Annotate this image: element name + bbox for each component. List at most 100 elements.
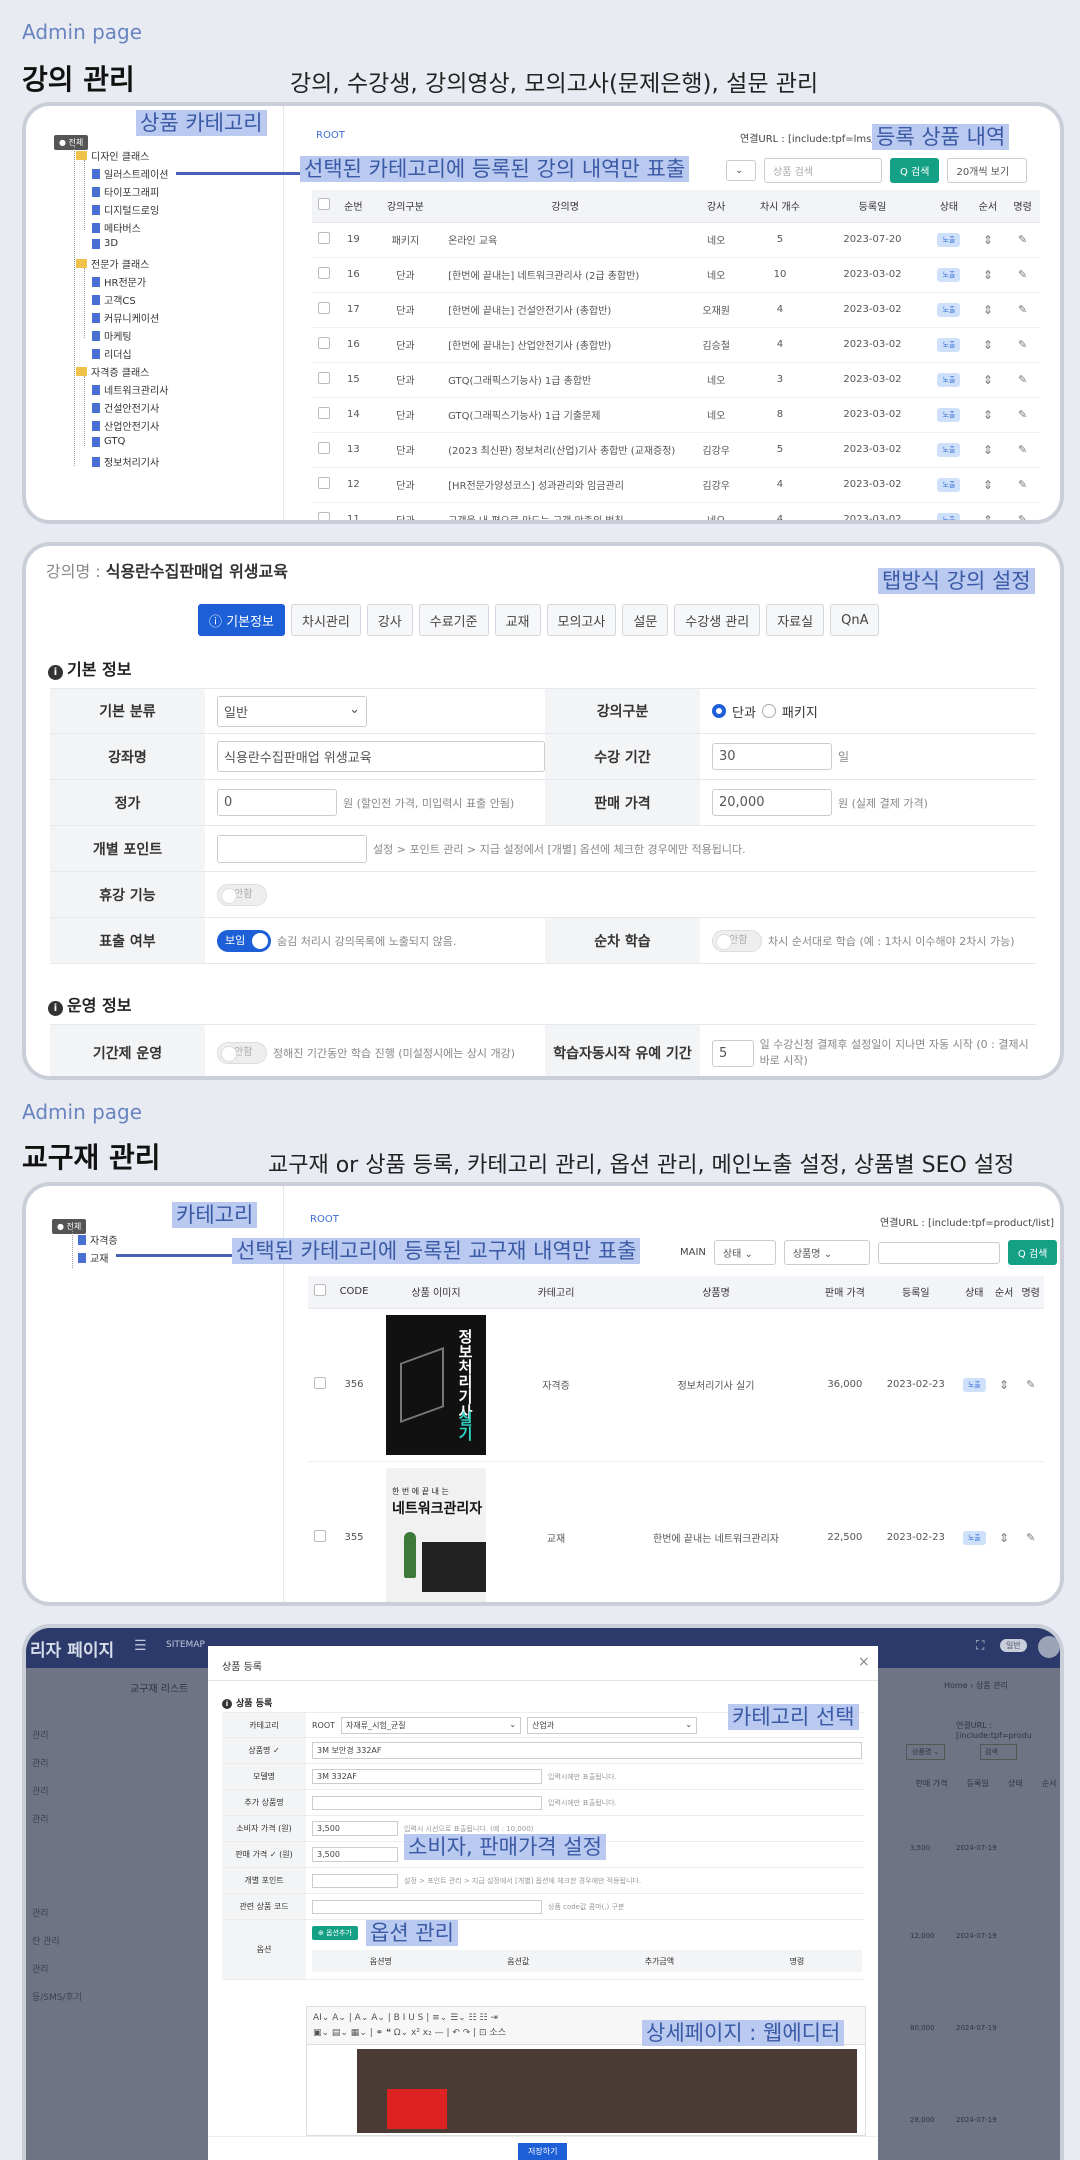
course-name-input[interactable]: 식용란수집판매업 위생교육: [217, 741, 545, 772]
edit-icon[interactable]: ✎: [1018, 408, 1027, 421]
edit-icon[interactable]: ✎: [1018, 303, 1027, 316]
reorder-icon[interactable]: ⇕: [983, 233, 993, 247]
sidebar-item[interactable]: 관리: [32, 1728, 49, 1741]
status-badge[interactable]: 노출: [962, 1530, 986, 1545]
user-badge[interactable]: 일반: [1000, 1639, 1027, 1652]
category-select-2[interactable]: 산업과 ⌄: [527, 1716, 698, 1734]
edit-icon[interactable]: ✎: [1018, 478, 1027, 491]
related-code-input[interactable]: [312, 1899, 542, 1914]
cell-course-name[interactable]: GTQ(그래픽스기능사) 1급 기출문제: [440, 397, 691, 433]
tree-item[interactable]: 건설안전기사: [92, 400, 159, 415]
tab-2[interactable]: 강사: [366, 604, 413, 636]
row-checkbox[interactable]: [314, 1530, 326, 1542]
consumer-price-input[interactable]: 3,500: [312, 1821, 398, 1836]
tree-item[interactable]: 타이포그래피: [92, 184, 159, 199]
sequence-toggle[interactable]: 안함: [712, 929, 762, 952]
tab-4[interactable]: 교재: [494, 604, 541, 636]
reorder-icon[interactable]: ⇕: [983, 303, 993, 317]
tree-item[interactable]: 커뮤니케이션: [92, 310, 159, 325]
auto-start-input[interactable]: 5: [712, 1039, 754, 1067]
tree-item[interactable]: 3D: [92, 238, 118, 249]
reorder-icon[interactable]: ⇕: [983, 478, 993, 492]
radio-single[interactable]: [712, 704, 726, 718]
tree-item[interactable]: 정보처리기사: [92, 454, 159, 469]
tab-8[interactable]: 자료실: [766, 604, 825, 636]
row-checkbox[interactable]: [318, 267, 330, 279]
sidebar-item[interactable]: 란 관리: [32, 1934, 60, 1947]
name-select[interactable]: 상품명 ⌄: [906, 1744, 946, 1760]
point-input[interactable]: [217, 834, 367, 863]
tree-item[interactable]: 교재: [78, 1250, 108, 1265]
status-select[interactable]: 상태 ⌄: [713, 1240, 776, 1265]
tab-7[interactable]: 수강생 관리: [674, 604, 761, 636]
tab-5[interactable]: 모의고사: [546, 604, 617, 636]
reorder-icon[interactable]: ⇕: [983, 373, 993, 387]
cell-course-name[interactable]: [한번에 끝내는] 산업안전기사 (총합반): [440, 327, 691, 363]
edit-icon[interactable]: ✎: [1018, 268, 1027, 281]
tree-group-design[interactable]: 디자인 클래스: [76, 148, 149, 163]
category-select[interactable]: 일반 ⌄: [217, 695, 367, 727]
per-page-select[interactable]: 20개씩 보기: [947, 158, 1028, 183]
root-breadcrumb[interactable]: ROOT: [310, 1214, 339, 1225]
close-icon[interactable]: ×: [858, 1654, 870, 1670]
category-select-1[interactable]: 자재류_시험_균질 ⌄: [341, 1716, 522, 1734]
reorder-icon[interactable]: ⇕: [983, 408, 993, 422]
product-name[interactable]: 정보처리기사 실기: [616, 1308, 816, 1462]
sale-price-input[interactable]: 3,500: [312, 1847, 398, 1862]
row-checkbox[interactable]: [318, 477, 330, 489]
tree-item[interactable]: 메타버스: [92, 220, 141, 235]
product-name-input[interactable]: 3M 보안경 332AF: [312, 1742, 862, 1759]
tree-item[interactable]: 네트워크관리사: [92, 382, 168, 397]
search-input[interactable]: [877, 1241, 1000, 1264]
reorder-icon[interactable]: ⇕: [999, 1378, 1009, 1392]
reorder-icon[interactable]: ⇕: [983, 338, 993, 352]
status-badge[interactable]: 노출: [937, 512, 961, 520]
tree-item[interactable]: 일러스트레이션: [92, 166, 168, 181]
status-badge[interactable]: 노출: [937, 442, 961, 457]
product-image[interactable]: 정보처리기사 실기: [386, 1314, 486, 1455]
reorder-icon[interactable]: ⇕: [983, 443, 993, 457]
status-badge[interactable]: 노출: [937, 477, 961, 492]
add-option-button[interactable]: ⊕ 옵션추가: [312, 1926, 358, 1940]
search-button[interactable]: Q 검색: [890, 158, 940, 183]
edit-icon[interactable]: ✎: [1018, 373, 1027, 386]
product-name[interactable]: 한번에 끝내는 네트워크관리자: [616, 1461, 816, 1602]
sidebar-item[interactable]: 관리: [32, 1784, 49, 1797]
cell-course-name[interactable]: GTQ(그래픽스기능사) 1급 총합반: [440, 362, 691, 398]
tree-group-license[interactable]: 자격증 클래스: [76, 364, 149, 379]
product-image[interactable]: 한 번 에 끝 내 는 네트워크관리자: [386, 1467, 486, 1602]
tab-1[interactable]: 차시관리: [290, 604, 361, 636]
name-select[interactable]: 상품명 ⌄: [783, 1240, 870, 1265]
sidebar-item[interactable]: 관리: [32, 1962, 49, 1975]
row-checkbox[interactable]: [318, 442, 330, 454]
sale-price-input[interactable]: 20,000: [712, 789, 832, 816]
period-input[interactable]: 30: [712, 743, 832, 770]
cell-course-name[interactable]: [한번에 끝내는] 건설안전기사 (총합반): [440, 292, 691, 328]
row-checkbox[interactable]: [314, 1377, 326, 1389]
tab-9[interactable]: QnA: [830, 604, 880, 636]
status-badge[interactable]: 노출: [937, 267, 961, 282]
sidebar-item[interactable]: 관리: [32, 1906, 49, 1919]
row-checkbox[interactable]: [318, 302, 330, 314]
row-checkbox[interactable]: [318, 407, 330, 419]
tree-item[interactable]: HR전문가: [92, 274, 146, 289]
term-toggle[interactable]: 안함: [217, 1042, 267, 1064]
reorder-icon[interactable]: ⇕: [999, 1531, 1009, 1545]
radio-package[interactable]: [761, 704, 776, 718]
tab-3[interactable]: 수료기준: [418, 604, 489, 636]
search-input[interactable]: 상품 검색: [764, 158, 882, 183]
sidebar-item[interactable]: 관리: [32, 1812, 49, 1825]
row-checkbox[interactable]: [318, 372, 330, 384]
tree-group-expert[interactable]: 전문가 클래스: [76, 256, 149, 271]
cell-course-name[interactable]: [HR전문가양성코스] 성과관리와 임금관리: [440, 467, 691, 503]
sitemap-link[interactable]: SITEMAP: [166, 1640, 205, 1650]
tree-item[interactable]: 마케팅: [92, 328, 132, 343]
row-checkbox[interactable]: [318, 232, 330, 244]
row-checkbox[interactable]: [318, 337, 330, 349]
edit-icon[interactable]: ✎: [1026, 1531, 1035, 1544]
cell-course-name[interactable]: (2023 최신판) 정보처리(산업)기사 총합반 (교재증정): [440, 432, 691, 468]
save-button[interactable]: 저장하기: [518, 2143, 568, 2160]
display-toggle[interactable]: 보임: [217, 929, 271, 952]
status-badge[interactable]: 노출: [962, 1377, 986, 1392]
edit-icon[interactable]: ✎: [1018, 443, 1027, 456]
